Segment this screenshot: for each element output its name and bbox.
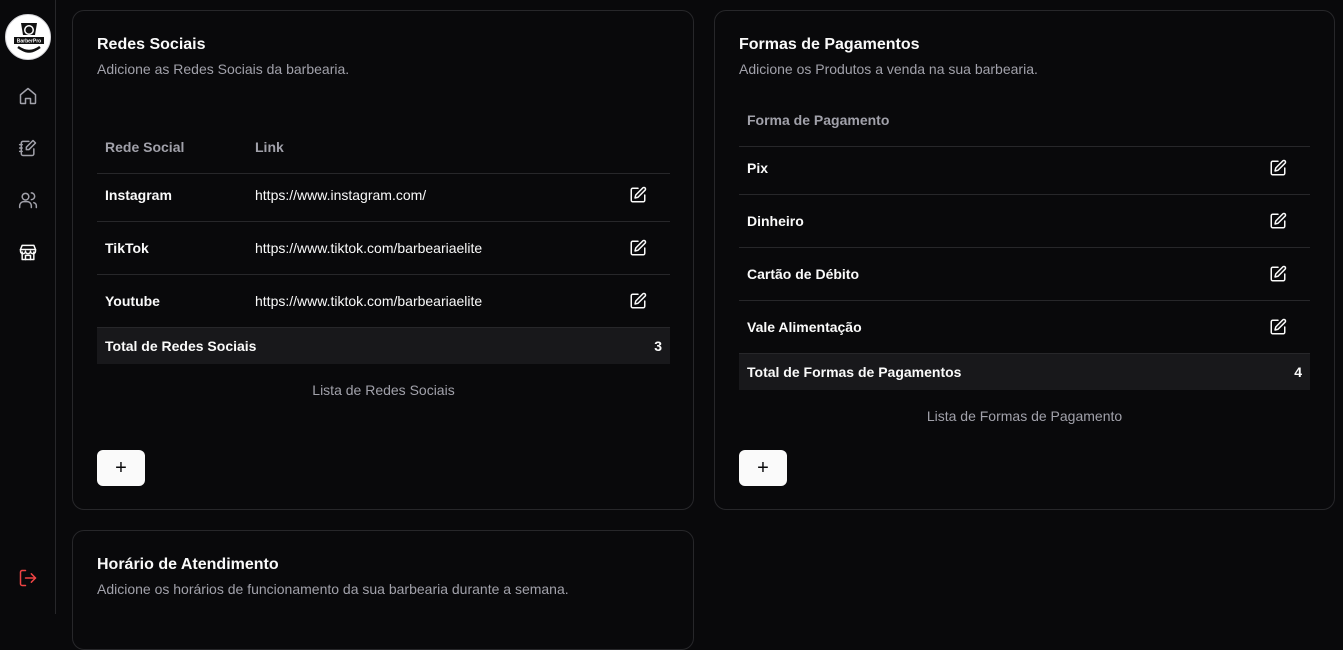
card-description: Adicione as Redes Sociais da barbearia. [97, 61, 350, 77]
social-name: Youtube [105, 293, 160, 309]
card-title: Horário de Atendimento [97, 556, 279, 573]
social-name: TikTok [105, 240, 149, 256]
clipboard-edit-icon[interactable] [16, 136, 40, 160]
total-value: 4 [1294, 364, 1302, 380]
payment-methods-card: Formas de Pagamentos Adicione os Produto… [714, 10, 1335, 510]
barbershop-logo[interactable]: BarberPro [5, 14, 51, 60]
logout-icon[interactable] [16, 566, 40, 590]
edit-icon[interactable] [1269, 212, 1287, 230]
social-link: https://www.tiktok.com/barbeariaelite [255, 240, 483, 256]
table-footer-total: Total de Redes Sociais 3 [97, 328, 670, 364]
table-row: Pix [739, 142, 1310, 195]
social-link: https://www.instagram.com/ [255, 187, 427, 203]
table-footer-total: Total de Formas de Pagamentos 4 [739, 354, 1310, 390]
table-row: Vale Alimentação [739, 301, 1310, 354]
card-title: Redes Sociais [97, 36, 206, 53]
business-hours-card: Horário de Atendimento Adicione os horár… [72, 530, 694, 650]
card-description: Adicione os horários de funcionamento da… [97, 581, 569, 597]
social-networks-card: Redes Sociais Adicione as Redes Sociais … [72, 10, 694, 510]
plus-icon: + [757, 457, 769, 479]
column-header-social: Rede Social [105, 139, 185, 155]
payment-name: Vale Alimentação [747, 319, 862, 335]
edit-icon[interactable] [629, 239, 647, 257]
edit-icon[interactable] [1269, 318, 1287, 336]
social-link: https://www.tiktok.com/barbeariaelite [255, 293, 483, 309]
add-social-button[interactable]: + [97, 450, 145, 486]
table-row: Cartão de Débito [739, 248, 1310, 301]
table-row: Dinheiro [739, 195, 1310, 248]
social-name: Instagram [105, 187, 172, 203]
total-value: 3 [654, 338, 662, 354]
edit-icon[interactable] [1269, 159, 1287, 177]
column-header-payment: Forma de Pagamento [747, 112, 890, 128]
store-icon[interactable] [16, 240, 40, 264]
table-row: Youtube https://www.tiktok.com/barbearia… [97, 275, 670, 328]
payment-name: Pix [747, 160, 769, 176]
table-row: Instagram https://www.instagram.com/ [97, 169, 670, 222]
home-icon[interactable] [16, 84, 40, 108]
card-description: Adicione os Produtos a venda na sua barb… [739, 61, 1038, 77]
column-header-link: Link [255, 139, 284, 155]
edit-icon[interactable] [629, 186, 647, 204]
edit-icon[interactable] [1269, 265, 1287, 283]
total-label: Total de Redes Sociais [105, 338, 257, 354]
logo-text: BarberPro [17, 39, 41, 45]
add-payment-button[interactable]: + [739, 450, 787, 486]
sidebar: BarberPro [0, 0, 56, 614]
plus-icon: + [115, 457, 127, 479]
table-caption: Lista de Formas de Pagamento [926, 408, 1123, 424]
payment-name: Dinheiro [747, 213, 804, 229]
total-label: Total de Formas de Pagamentos [747, 364, 962, 380]
users-icon[interactable] [16, 188, 40, 212]
table-caption: Lista de Redes Sociais [312, 382, 455, 398]
edit-icon[interactable] [629, 292, 647, 310]
card-title: Formas de Pagamentos [739, 36, 920, 53]
table-header: Rede Social Link [97, 121, 670, 174]
table-row: TikTok https://www.tiktok.com/barbeariae… [97, 222, 670, 275]
table-header: Forma de Pagamento [739, 94, 1310, 147]
payment-name: Cartão de Débito [747, 266, 860, 282]
